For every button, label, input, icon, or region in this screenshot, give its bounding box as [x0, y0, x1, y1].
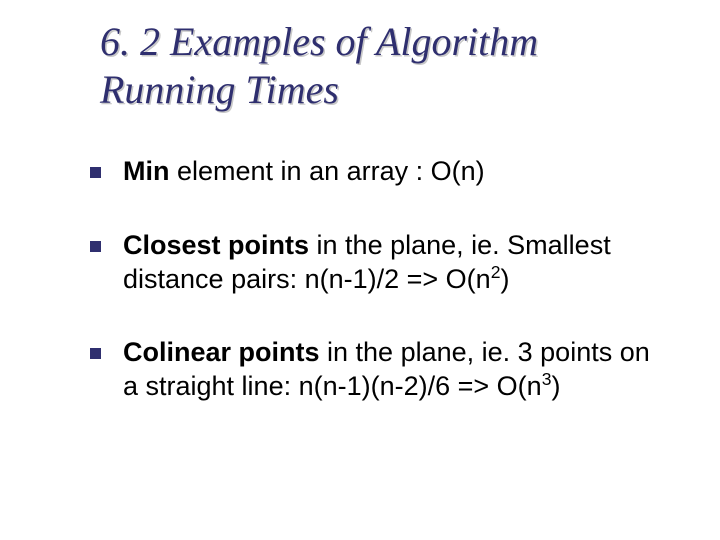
bullet-icon: [90, 167, 101, 178]
list-item: Closest points in the plane, ie. Smalles…: [90, 229, 670, 297]
list-item: Min element in an array : O(n): [90, 155, 670, 189]
bold-term: Closest points: [123, 230, 309, 260]
superscript: 3: [542, 369, 552, 389]
list-item-text: Closest points in the plane, ie. Smalles…: [123, 229, 670, 297]
bullet-icon: [90, 241, 101, 252]
list-item-text: Colinear points in the plane, ie. 3 poin…: [123, 336, 670, 404]
superscript: 2: [491, 262, 501, 282]
slide-title: 6. 2 Examples of Algorithm Running Times: [100, 18, 680, 114]
bullet-icon: [90, 348, 101, 359]
item-tail: ): [500, 264, 509, 294]
bold-term: Min: [123, 156, 170, 186]
item-tail: ): [551, 371, 560, 401]
slide-content: Min element in an array : O(n) Closest p…: [90, 155, 670, 444]
item-body: element in an array : O(n): [170, 156, 485, 186]
list-item-text: Min element in an array : O(n): [123, 155, 670, 189]
slide: 6. 2 Examples of Algorithm Running Times…: [0, 0, 720, 540]
list-item: Colinear points in the plane, ie. 3 poin…: [90, 336, 670, 404]
bold-term: Colinear points: [123, 337, 320, 367]
